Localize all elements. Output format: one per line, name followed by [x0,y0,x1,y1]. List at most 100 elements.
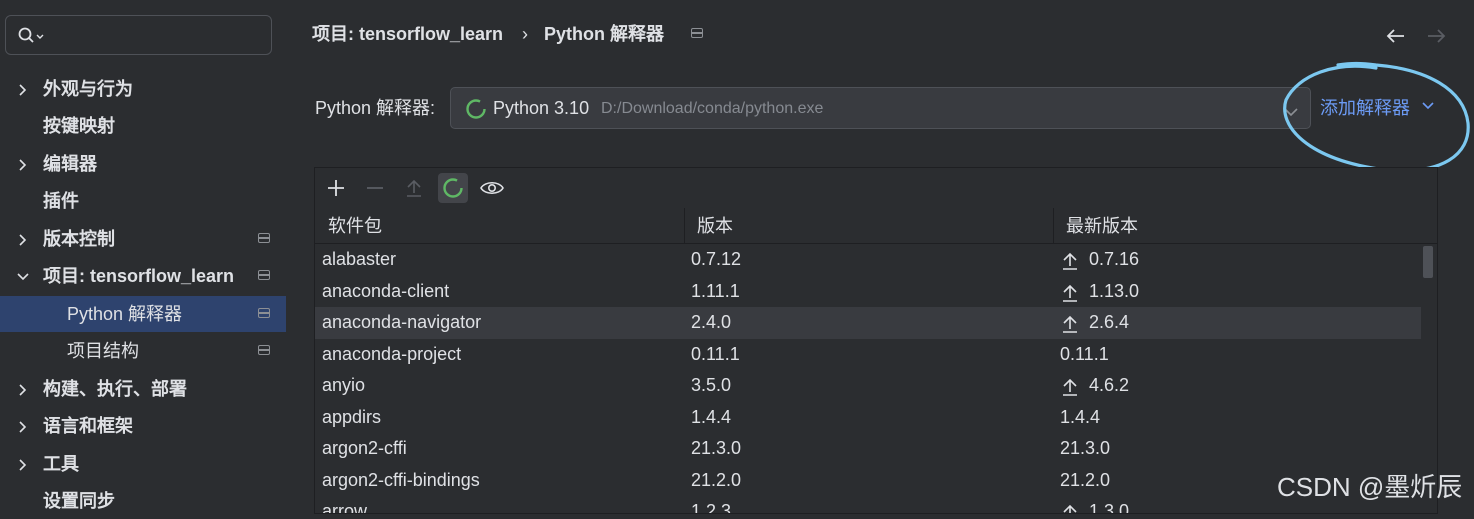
table-row[interactable]: alabaster 0.7.12 0.7.16 [315,244,1421,276]
show-early-releases-button[interactable] [477,173,507,203]
project-scope-icon [258,233,270,243]
table-row[interactable]: anyio 3.5.0 4.6.2 [315,370,1421,402]
chevron-right-icon[interactable] [16,146,30,182]
package-version: 3.5.0 [691,375,732,395]
package-version: 1.11.1 [691,280,740,301]
interpreter-path: D:/Download/conda/python.exe [601,100,824,117]
settings-sidebar: 外观与行为 按键映射 编辑器 插件 版本控制 项目: tensorflow_le… [0,0,286,514]
loading-spinner-icon [465,98,487,125]
install-package-button[interactable] [321,173,351,203]
package-version: 0.7.12 [691,249,742,269]
chevron-right-icon[interactable] [16,446,30,482]
back-arrow-icon[interactable] [1384,24,1408,53]
project-scope-icon [691,28,703,38]
column-header-version[interactable]: 版本 [697,208,733,244]
breadcrumb-separator: › [522,24,528,44]
interpreter-select[interactable]: Python 3.10 D:/Download/conda/python.exe [450,87,1311,129]
chevron-right-icon[interactable] [16,221,30,257]
sidebar-item-vcs[interactable]: 版本控制 [0,221,286,257]
sidebar-item-project-structure[interactable]: 项目结构 [0,333,286,369]
chevron-right-icon[interactable] [16,408,30,444]
package-latest-version: 0.11.1 [1060,343,1109,364]
column-divider[interactable] [684,208,685,244]
refresh-button[interactable] [438,173,468,203]
package-latest-version: 4.6.2 [1089,375,1130,395]
table-row[interactable]: appdirs 1.4.4 1.4.4 [315,402,1421,434]
package-name: anyio [322,375,366,395]
package-version: 1.2.3 [691,501,732,514]
column-header-package[interactable]: 软件包 [328,208,382,244]
column-header-latest[interactable]: 最新版本 [1066,208,1138,244]
upgrade-package-button[interactable] [399,173,429,203]
plus-icon [328,180,344,196]
sidebar-item-label: 构建、执行、部署 [43,379,187,399]
watermark: CSDN @墨炘辰 [1277,472,1463,502]
sidebar-item-label: 语言和框架 [43,416,133,436]
chevron-down-icon[interactable] [16,258,30,294]
sidebar-item-label: 按键映射 [43,116,115,136]
package-latest-version: 2.6.4 [1089,312,1130,332]
scrollbar-thumb[interactable] [1423,246,1433,278]
interpreter-label: Python 解释器: [315,98,436,118]
sidebar-item-plugins[interactable]: 插件 [0,183,286,219]
package-name: alabaster [322,249,397,269]
package-toolbar [315,168,1437,208]
sidebar-item-label: 版本控制 [43,229,115,249]
package-name: anaconda-project [322,343,462,364]
sidebar-item-build[interactable]: 构建、执行、部署 [0,371,286,407]
table-header: 软件包 版本 最新版本 [315,208,1437,244]
package-latest-version: 1.3.0 [1089,501,1130,514]
sidebar-item-appearance[interactable]: 外观与行为 [0,71,286,107]
chevron-right-icon[interactable] [16,371,30,407]
uninstall-package-button[interactable] [360,173,390,203]
table-row[interactable]: anaconda-project 0.11.1 0.11.1 [315,339,1421,371]
loading-spinner-icon [443,178,463,198]
sidebar-item-label: 编辑器 [43,154,97,174]
sidebar-item-label: 外观与行为 [43,79,133,99]
package-name: arrow [322,501,368,514]
annotation-circle [1283,61,1470,173]
upload-arrow-icon [407,179,421,197]
sidebar-item-label: 项目结构 [67,341,139,361]
sidebar-item-python-interpreter[interactable]: Python 解释器 [0,296,286,332]
package-version: 1.4.4 [691,406,732,427]
package-name: anaconda-client [322,280,450,301]
package-name: argon2-cffi [322,438,407,458]
sidebar-item-languages[interactable]: 语言和框架 [0,408,286,444]
column-divider[interactable] [1053,208,1054,244]
package-name: anaconda-navigator [322,312,482,332]
table-row[interactable]: anaconda-client 1.11.1 1.13.0 [315,276,1421,308]
breadcrumb-current-page: Python 解释器 [544,24,664,44]
table-row[interactable]: argon2-cffi-bindings 21.2.0 21.2.0 [315,465,1421,497]
package-name: appdirs [322,406,382,427]
package-version: 0.11.1 [691,343,740,364]
sidebar-item-keymap[interactable]: 按键映射 [0,108,286,144]
sidebar-item-label: 项目: tensorflow_learn [43,266,235,286]
sidebar-item-label: 插件 [43,191,79,211]
package-latest-version: 0.7.16 [1089,249,1140,269]
package-latest-version: 1.4.4 [1060,406,1101,427]
upgrade-available-icon[interactable] [1060,502,1080,513]
package-table-panel: 软件包 版本 最新版本 alabaster 0.7.12 0.7.16 anacond… [314,167,1438,514]
package-version: 2.4.0 [691,312,732,332]
package-latest-version: 1.13.0 [1089,280,1140,301]
project-scope-icon [258,308,270,318]
sidebar-item-editor[interactable]: 编辑器 [0,146,286,182]
breadcrumb-project[interactable]: 项目: tensorflow_learn [312,20,503,48]
package-version: 21.3.0 [691,438,742,458]
table-row[interactable]: argon2-cffi 21.3.0 21.3.0 [315,433,1421,465]
package-latest-version: 21.2.0 [1060,469,1111,490]
table-row[interactable]: anaconda-navigator 2.4.0 2.6.4 [315,307,1421,339]
sidebar-item-label: Python 解释器 [67,304,183,324]
forward-arrow-icon[interactable] [1424,24,1448,53]
package-version: 21.2.0 [691,469,742,490]
search-icon [18,27,44,43]
table-row[interactable]: arrow 1.2.3 1.3.0 [315,496,1421,514]
chevron-right-icon[interactable] [16,71,30,107]
eye-icon [480,181,504,195]
project-scope-icon [258,270,270,280]
package-name: argon2-cffi-bindings [322,469,480,490]
sidebar-item-tools[interactable]: 工具 [0,446,286,482]
settings-search-input[interactable] [5,15,272,55]
sidebar-item-project[interactable]: 项目: tensorflow_learn [0,258,286,294]
